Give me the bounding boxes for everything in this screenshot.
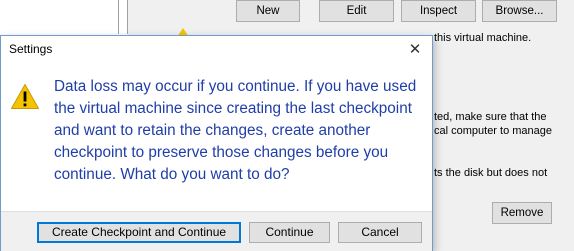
background-info-text: ts the disk but does not (434, 167, 548, 179)
cancel-button[interactable]: Cancel (338, 222, 422, 243)
remove-button[interactable]: Remove (492, 202, 552, 224)
browse-button[interactable]: Browse... (482, 0, 557, 22)
new-button[interactable]: New (236, 0, 300, 22)
dialog-title: Settings (9, 42, 53, 56)
background-info-text: this virtual machine. (434, 32, 532, 44)
inspect-button[interactable]: Inspect (401, 0, 476, 22)
continue-button[interactable]: Continue (249, 222, 330, 243)
create-checkpoint-and-continue-button[interactable]: Create Checkpoint and Continue (37, 222, 241, 243)
message-line: and want to retain the changes, create a… (54, 122, 371, 139)
background-divider (118, 0, 119, 34)
settings-dialog: Settings ✕ Data loss may occur if you co… (0, 35, 433, 251)
message-line: continue. What do you want to do? (54, 166, 290, 183)
dialog-button-bar: Create Checkpoint and Continue Continue … (1, 211, 432, 251)
background-info-text: cal computer to manage (434, 125, 553, 137)
message-line: Data loss may occur if you continue. If … (54, 78, 417, 95)
warning-icon (11, 84, 39, 109)
message-line: checkpoint to preserve those changes bef… (54, 144, 389, 161)
close-icon[interactable]: ✕ (404, 39, 426, 59)
dialog-title-bar: Settings ✕ (1, 36, 432, 63)
dialog-message: Data loss may occur if you continue. If … (54, 76, 426, 186)
edit-button[interactable]: Edit (319, 0, 394, 22)
message-line: the virtual machine since creating the l… (54, 100, 412, 117)
background-info-text: ted, make sure that the (434, 111, 547, 123)
